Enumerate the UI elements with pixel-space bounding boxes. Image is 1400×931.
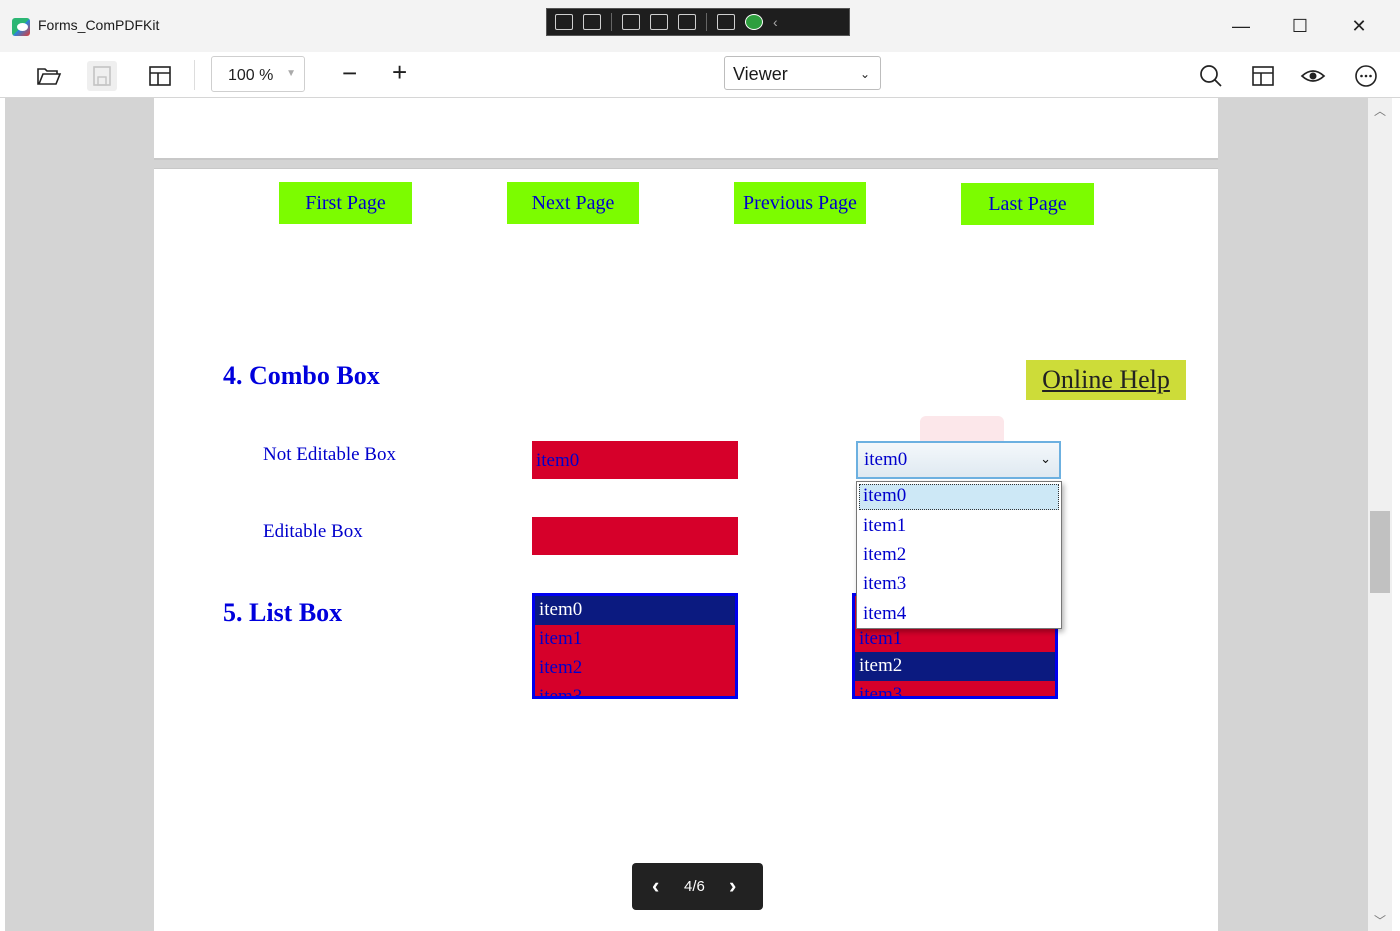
layout-icon[interactable] — [145, 61, 175, 91]
app-logo-icon — [12, 18, 30, 36]
dropdown-option[interactable]: item0 — [863, 485, 906, 507]
panel-icon[interactable] — [1248, 61, 1278, 91]
debug-divider — [706, 13, 707, 31]
document-viewport[interactable]: First Page Next Page Previous Page Last … — [5, 98, 1368, 931]
dropdown-option[interactable]: item2 — [863, 544, 906, 566]
minimize-button[interactable]: — — [1218, 12, 1264, 40]
last-page-button[interactable]: Last Page — [961, 183, 1094, 225]
scroll-thumb[interactable] — [1370, 511, 1390, 593]
list-item[interactable]: item3 — [535, 683, 735, 696]
debug-divider — [611, 13, 612, 31]
list-item[interactable]: item2 — [535, 654, 735, 683]
combo-value: item0 — [864, 449, 908, 470]
display-layout-icon[interactable] — [650, 14, 668, 30]
not-editable-label: Not Editable Box — [263, 444, 396, 465]
pdf-page: First Page Next Page Previous Page Last … — [154, 168, 1218, 931]
scroll-down-icon[interactable]: ﹀ — [1374, 912, 1386, 929]
hot-reload-icon[interactable] — [717, 14, 735, 30]
collapse-chevron-icon[interactable]: ‹ — [773, 14, 778, 30]
editable-combo[interactable] — [532, 517, 738, 555]
list-item[interactable]: item0 — [535, 596, 735, 625]
page-indicator: 4/6 — [684, 878, 705, 895]
dropdown-option[interactable]: item1 — [863, 515, 906, 537]
mode-select[interactable]: Viewer ⌄ — [724, 56, 881, 90]
window-title: Forms_ComPDFKit — [38, 17, 160, 33]
vertical-scrollbar[interactable]: ︿ ﹀ — [1368, 98, 1392, 931]
online-help-link[interactable]: Online Help — [1026, 360, 1186, 400]
close-button[interactable]: ✕ — [1336, 12, 1382, 40]
not-editable-combo[interactable]: item0 — [532, 441, 738, 479]
eye-icon[interactable] — [1298, 61, 1328, 91]
save-icon[interactable] — [87, 61, 117, 91]
list-item[interactable]: item1 — [855, 625, 1055, 654]
main-toolbar: 100 % ▼ − + Viewer ⌄ — [0, 52, 1400, 98]
combo-dropdown-list: item0 item1 item2 item3 item4 — [856, 481, 1062, 629]
open-folder-icon[interactable] — [34, 61, 64, 91]
live-tree-icon[interactable] — [555, 14, 573, 30]
debug-toolbar: ‹ — [546, 8, 850, 36]
maximize-button[interactable]: ☐ — [1277, 12, 1323, 40]
prev-page-chevron-icon[interactable]: ‹ — [652, 873, 659, 899]
list-item[interactable]: item2 — [855, 652, 1055, 681]
previous-page-bottom — [154, 98, 1218, 160]
mode-value: Viewer — [733, 64, 788, 84]
track-focus-icon[interactable] — [678, 14, 696, 30]
next-page-chevron-icon[interactable]: › — [729, 873, 736, 899]
page-navigator: ‹ 4/6 › — [632, 863, 763, 910]
chevron-down-icon: ⌄ — [1040, 451, 1051, 466]
first-page-button[interactable]: First Page — [279, 182, 412, 224]
select-element-icon[interactable] — [622, 14, 640, 30]
title-bar: Forms_ComPDFKit ‹ — ☐ ✕ — [0, 0, 1400, 52]
next-page-button[interactable]: Next Page — [507, 182, 639, 224]
toolbar-divider — [194, 60, 195, 90]
search-icon[interactable] — [1196, 61, 1226, 91]
record-icon[interactable] — [583, 14, 601, 30]
combo-box-heading: 4. Combo Box — [223, 361, 380, 390]
zoom-select[interactable]: 100 % ▼ — [211, 56, 305, 92]
list-item[interactable]: item1 — [535, 625, 735, 654]
scroll-up-icon[interactable]: ︿ — [1374, 102, 1386, 119]
combo-box-open[interactable]: item0 ⌄ — [856, 441, 1061, 479]
more-icon[interactable] — [1351, 61, 1381, 91]
list-box-heading: 5. List Box — [223, 598, 343, 627]
zoom-value: 100 % — [228, 67, 274, 84]
previous-page-button[interactable]: Previous Page — [734, 182, 866, 224]
zoom-out-button[interactable]: − — [342, 58, 357, 88]
zoom-in-button[interactable]: + — [392, 57, 407, 87]
chevron-down-icon: ⌄ — [859, 67, 870, 81]
editable-label: Editable Box — [263, 521, 363, 542]
dropdown-option[interactable]: item4 — [863, 603, 906, 625]
status-ok-icon — [745, 14, 763, 30]
not-editable-value: item0 — [536, 450, 580, 471]
dropdown-option[interactable]: item3 — [863, 573, 906, 595]
list-item[interactable]: item3 — [855, 681, 1055, 696]
list-box-left[interactable]: item0 item1 item2 item3 — [532, 593, 738, 699]
chevron-down-icon: ▼ — [286, 68, 296, 79]
